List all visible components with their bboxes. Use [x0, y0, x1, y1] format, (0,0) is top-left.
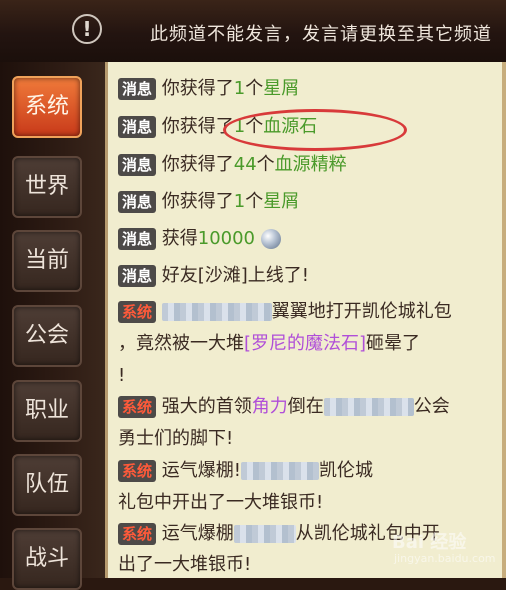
system-tag: 系统 — [118, 396, 157, 418]
watermark: Bai 经验 jingyan.baidu.com — [392, 532, 496, 565]
silver-coin-icon — [261, 229, 282, 249]
chat-message: 消息 你获得了44个血源精粹 — [118, 148, 500, 182]
exclamation-circle-icon: ! — [72, 14, 102, 44]
redacted-text — [233, 525, 296, 543]
chat-message: 消息 获得10000 — [118, 222, 500, 256]
chat-message: 系统 运气爆棚! 凯伦城 — [118, 454, 500, 488]
chat-message-cont: ，竟然被一大堆[罗尼的魔法石]砸晕了 — [118, 333, 421, 354]
chat-message-cont: ! — [118, 365, 126, 386]
system-tag: 系统 — [118, 523, 157, 545]
chat-message: 消息 你获得了1个星屑 — [118, 185, 500, 219]
channel-tab-list: 系统 世界 当前 公会 职业 队伍 战斗 — [0, 62, 105, 590]
info-tag: 消息 — [118, 78, 157, 100]
tab-world[interactable]: 世界 — [12, 156, 82, 218]
chat-message: 消息 你获得了1个星屑 — [118, 72, 500, 106]
info-tag: 消息 — [118, 154, 157, 176]
system-tag: 系统 — [118, 460, 157, 482]
redacted-text — [240, 462, 319, 480]
chat-message: 系统 翼翼地打开凯伦城礼包 — [118, 295, 500, 329]
panel-edge — [502, 62, 506, 578]
redacted-text — [161, 303, 272, 321]
info-tag: 消息 — [118, 191, 157, 213]
tab-team[interactable]: 队伍 — [12, 454, 82, 516]
tab-current[interactable]: 当前 — [12, 230, 82, 292]
tab-guild[interactable]: 公会 — [12, 305, 82, 367]
info-tag: 消息 — [118, 116, 157, 138]
chat-message: 系统 强大的首领角力倒在 公会 — [118, 390, 500, 424]
chat-message-cont: 勇士们的脚下! — [118, 428, 234, 449]
tab-class[interactable]: 职业 — [12, 380, 82, 442]
info-tag: 消息 — [118, 265, 157, 287]
chat-message: 消息 好友[沙滩]上线了! — [118, 259, 500, 293]
chat-message-cont: 礼包中开出了一大堆银币! — [118, 492, 324, 513]
tab-system[interactable]: 系统 — [12, 76, 82, 138]
channel-warning-text: 此频道不能发言，发言请更换至其它频道 — [150, 24, 492, 45]
highlight-oval — [223, 109, 407, 151]
tab-battle[interactable]: 战斗 — [12, 528, 82, 590]
info-tag: 消息 — [118, 228, 157, 250]
channel-banner: ! 此频道不能发言，发言请更换至其它频道 — [0, 0, 506, 62]
system-tag: 系统 — [118, 301, 157, 323]
redacted-text — [323, 398, 414, 416]
